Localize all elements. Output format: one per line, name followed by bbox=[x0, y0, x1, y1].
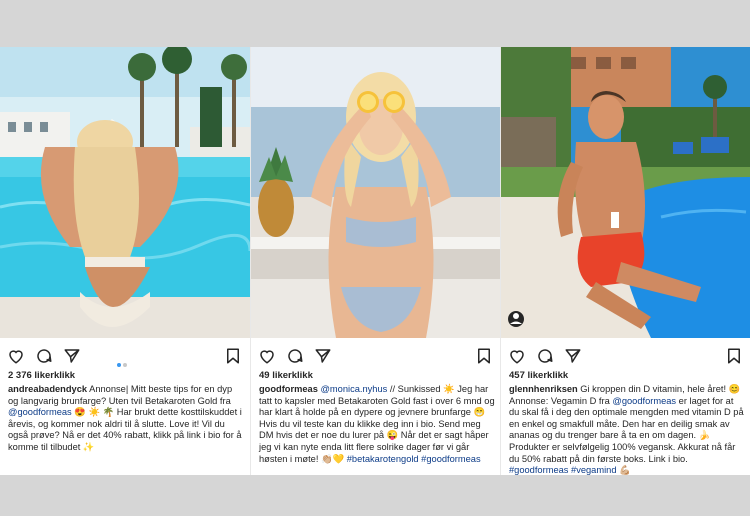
share-icon[interactable] bbox=[314, 347, 332, 365]
heart-icon[interactable] bbox=[258, 347, 276, 365]
post-caption: glennhenriksen Gi kroppen din D vitamin,… bbox=[509, 384, 745, 475]
post-caption: goodformeas @monica.nyhus // Sunkissed ☀… bbox=[259, 384, 495, 465]
instagram-post-3: 457 likerklikk glennhenriksen Gi kroppen… bbox=[500, 47, 750, 475]
caption-mention[interactable]: @monica.nyhus bbox=[320, 384, 387, 394]
caption-text: // Sunkissed ☀️ Jeg har tatt to kapsler … bbox=[259, 384, 495, 464]
caption-emoji: 💪🏼 bbox=[616, 465, 631, 475]
caption-hashtags[interactable]: #goodformeas #vegamind bbox=[509, 465, 617, 475]
caption-username[interactable]: andreabadendyck bbox=[8, 384, 87, 394]
likes-count[interactable]: 457 likerklikk bbox=[509, 370, 568, 381]
caption-username[interactable]: glennhenriksen bbox=[509, 384, 578, 394]
comment-icon[interactable] bbox=[35, 347, 53, 365]
caption-username[interactable]: goodformeas bbox=[259, 384, 318, 394]
bookmark-icon[interactable] bbox=[725, 347, 743, 365]
caption-hashtags[interactable]: #betakarotengold #goodformeas bbox=[347, 454, 481, 464]
post-caption: andreabadendyck Annonse| Mitt beste tips… bbox=[8, 384, 244, 454]
caption-mention[interactable]: @goodformeas bbox=[8, 407, 72, 417]
instagram-post-2: 49 likerklikk goodformeas @monica.nyhus … bbox=[250, 47, 500, 475]
post-photo-woman-pool[interactable] bbox=[0, 47, 250, 338]
carousel-dots bbox=[117, 354, 129, 372]
heart-icon[interactable] bbox=[7, 347, 25, 365]
post-actions bbox=[0, 338, 250, 372]
comment-icon[interactable] bbox=[536, 347, 554, 365]
post-photo-man-pool[interactable] bbox=[501, 47, 750, 338]
share-icon[interactable] bbox=[564, 347, 582, 365]
post-actions bbox=[251, 338, 500, 372]
share-icon[interactable] bbox=[63, 347, 81, 365]
post-actions bbox=[501, 338, 750, 372]
bookmark-icon[interactable] bbox=[475, 347, 493, 365]
likes-count[interactable]: 49 likerklikk bbox=[259, 370, 313, 381]
heart-icon[interactable] bbox=[508, 347, 526, 365]
comment-icon[interactable] bbox=[286, 347, 304, 365]
caption-mention[interactable]: @goodformeas bbox=[612, 396, 676, 406]
likes-count[interactable]: 2 376 likerklikk bbox=[8, 370, 75, 381]
post-photo-woman-oranges[interactable] bbox=[251, 47, 500, 338]
bookmark-icon[interactable] bbox=[224, 347, 242, 365]
instagram-post-1: 2 376 likerklikk andreabadendyck Annonse… bbox=[0, 47, 250, 475]
